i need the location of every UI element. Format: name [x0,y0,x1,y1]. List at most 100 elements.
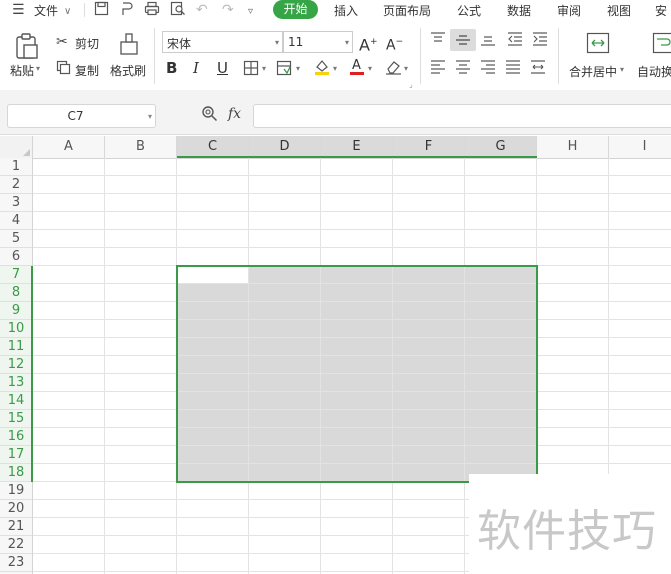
row-header-6[interactable]: 6 [0,248,32,266]
paste-button[interactable]: 粘贴 [10,62,34,79]
copy-button[interactable]: 复制 [75,62,99,79]
cell-style-icon[interactable] [276,60,292,79]
row-header-15[interactable]: 15 [0,410,32,428]
row-header-3[interactable]: 3 [0,194,32,212]
tab-insert[interactable]: 插入 [334,2,358,19]
decrease-font-size-icon[interactable]: A− [386,33,403,55]
clear-format-icon[interactable] [385,59,402,78]
distributed-align-icon[interactable] [530,60,546,77]
merge-center-button[interactable]: 合并居中 [569,63,617,80]
tab-start[interactable]: 开始 [273,0,318,19]
export-icon[interactable] [120,1,135,21]
format-painter-icon[interactable] [118,32,140,59]
row-header-12[interactable]: 12 [0,356,32,374]
save-icon[interactable] [94,1,109,21]
tab-security[interactable]: 安 [655,2,667,19]
bold-icon[interactable]: B [166,59,177,77]
row-header-19[interactable]: 19 [0,482,32,500]
row-header-16[interactable]: 16 [0,428,32,446]
column-header-d[interactable]: D [249,136,321,158]
redo-icon[interactable]: ↷ [222,1,234,19]
row-header-2[interactable]: 2 [0,176,32,194]
increase-font-size-icon[interactable]: A+ [359,33,378,54]
row-header-9[interactable]: 9 [0,302,32,320]
zoom-search-icon[interactable] [201,105,218,125]
format-painter-button[interactable]: 格式刷 [110,62,146,79]
align-top-icon[interactable] [430,32,446,49]
column-header-b[interactable]: B [105,136,177,158]
font-name-dropdown-icon[interactable]: ▾ [275,38,279,47]
tab-data[interactable]: 数据 [507,2,531,19]
row-header-20[interactable]: 20 [0,500,32,518]
autowrap-icon[interactable] [652,32,671,57]
row-header-4[interactable]: 4 [0,212,32,230]
column-header-g[interactable]: G [465,136,537,158]
font-size-dropdown-icon[interactable]: ▾ [345,38,349,47]
copy-icon[interactable] [56,60,71,78]
cut-button[interactable]: 剪切 [75,35,99,52]
border-icon[interactable] [243,60,259,79]
align-bottom-icon[interactable] [480,32,496,49]
print-preview-icon[interactable] [170,1,186,21]
font-color-icon[interactable]: A [349,57,365,79]
align-center-icon[interactable] [455,60,471,77]
row-header-21[interactable]: 21 [0,518,32,536]
autowrap-button[interactable]: 自动换 [637,63,671,80]
font-name-combo[interactable]: 宋体 ▾ [162,31,283,53]
row-header-1[interactable]: 1 [0,158,32,176]
fill-color-dropdown-icon[interactable]: ▾ [333,64,337,73]
row-header-22[interactable]: 22 [0,536,32,554]
file-menu-chevron-icon[interactable]: ∨ [64,3,71,21]
row-header-5[interactable]: 5 [0,230,32,248]
scissors-icon[interactable]: ✂ [56,34,68,50]
fx-insert-function-button[interactable]: fx [228,106,241,122]
row-header-11[interactable]: 11 [0,338,32,356]
tab-view[interactable]: 视图 [607,2,631,19]
tab-formulas[interactable]: 公式 [457,2,481,19]
clear-format-dropdown-icon[interactable]: ▾ [404,64,408,73]
column-header-h[interactable]: H [537,136,609,158]
justify-icon[interactable] [505,60,521,77]
print-icon[interactable] [144,1,160,21]
align-middle-button[interactable] [450,29,476,51]
align-left-icon[interactable] [430,60,446,77]
row-header-14[interactable]: 14 [0,392,32,410]
cell-style-dropdown-icon[interactable]: ▾ [296,64,300,73]
formula-input[interactable] [253,104,671,128]
column-header-a[interactable]: A [33,136,105,158]
merge-center-dropdown-icon[interactable]: ▾ [620,65,624,74]
row-header-23[interactable]: 23 [0,554,32,572]
decrease-indent-icon[interactable] [507,32,523,49]
quick-access-dropdown-icon[interactable]: ▿ [248,3,253,21]
font-size-combo[interactable]: 11 ▾ [283,31,353,53]
italic-icon[interactable]: I [193,59,199,77]
file-menu[interactable]: 文件 [34,2,58,19]
name-box[interactable]: C7 ▾ [7,104,156,128]
row-header-17[interactable]: 17 [0,446,32,464]
row-header-8[interactable]: 8 [0,284,32,302]
underline-icon[interactable]: U [217,59,228,77]
align-right-icon[interactable] [480,60,496,77]
font-dialog-launcher-icon[interactable]: ⌟ [409,80,413,89]
paste-icon[interactable] [14,32,40,63]
hamburger-menu-icon[interactable]: ☰ [12,1,25,19]
font-color-dropdown-icon[interactable]: ▾ [368,64,372,73]
row-header-10[interactable]: 10 [0,320,32,338]
merge-center-icon[interactable] [586,32,610,57]
row-header-13[interactable]: 13 [0,374,32,392]
select-all-corner[interactable] [0,136,33,158]
border-dropdown-icon[interactable]: ▾ [262,64,266,73]
column-header-c[interactable]: C [177,136,249,158]
row-header-7[interactable]: 7 [0,266,32,284]
column-header-i[interactable]: I [609,136,671,158]
tab-review[interactable]: 审阅 [557,2,581,19]
name-box-dropdown-icon[interactable]: ▾ [148,112,152,121]
increase-indent-icon[interactable] [532,32,548,49]
tab-page-layout[interactable]: 页面布局 [383,2,431,19]
column-header-e[interactable]: E [321,136,393,158]
fill-color-icon[interactable] [313,58,331,79]
column-header-f[interactable]: F [393,136,465,158]
paste-dropdown-icon[interactable]: ▾ [36,64,40,73]
undo-icon[interactable]: ↶ [196,1,208,19]
row-header-18[interactable]: 18 [0,464,32,482]
